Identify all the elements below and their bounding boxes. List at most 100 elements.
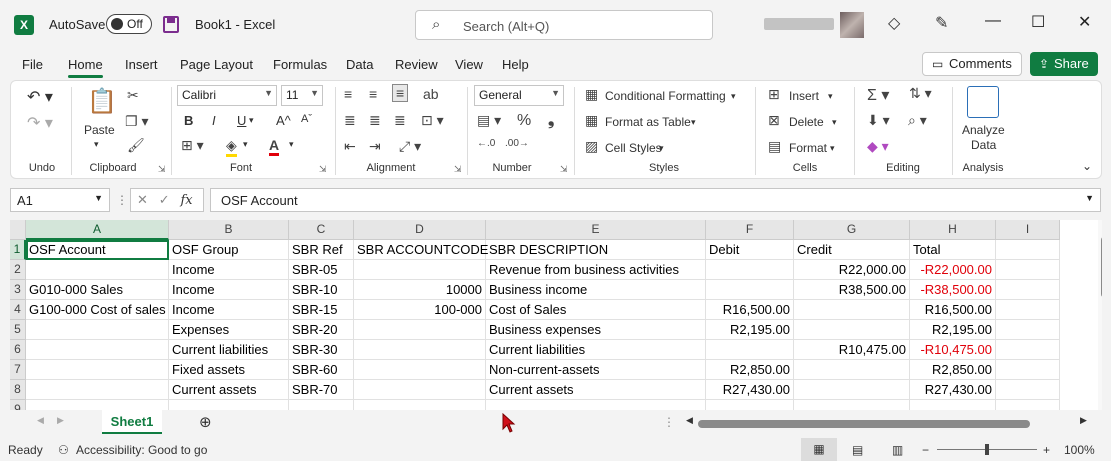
cell-b1[interactable]: OSF Group — [169, 240, 289, 260]
cancel-icon[interactable]: ✕ — [137, 192, 148, 207]
increase-decimal-icon[interactable]: ←.0 — [477, 138, 495, 149]
row-header-7[interactable]: 7 — [10, 360, 26, 380]
row-header-1[interactable]: 1 — [10, 240, 26, 260]
align-bottom-icon[interactable]: ≡ — [392, 84, 409, 102]
column-header-a[interactable]: A — [26, 220, 169, 240]
cell-c5[interactable]: SBR-20 — [289, 320, 354, 340]
cell-c8[interactable]: SBR-70 — [289, 380, 354, 400]
format-cells-button[interactable]: Format — [789, 141, 827, 155]
analyze-data-icon[interactable] — [967, 86, 999, 118]
cell-a3[interactable]: G010-000 Sales — [26, 280, 169, 300]
orientation-icon[interactable]: ⤢ ▾ — [399, 138, 421, 155]
paste-dropdown-icon[interactable]: ▾ — [94, 139, 99, 150]
font-color-icon[interactable]: A — [269, 137, 280, 156]
tab-view[interactable]: View — [455, 57, 483, 72]
page-layout-view-icon[interactable]: ▤ — [852, 443, 863, 457]
cell-b9[interactable] — [169, 400, 289, 410]
cell-g9[interactable] — [794, 400, 910, 410]
minimize-icon[interactable]: — — [985, 12, 1001, 30]
delete-cells-button[interactable]: Delete — [789, 115, 824, 129]
borders-icon[interactable]: ⊞ ▾ — [181, 137, 204, 154]
column-header-i[interactable]: I — [996, 220, 1060, 240]
tab-insert[interactable]: Insert — [125, 57, 158, 72]
format-as-table-icon[interactable]: ▦ — [585, 112, 598, 129]
font-size-select[interactable]: 11 ▼ — [281, 85, 323, 106]
conditional-formatting-button[interactable]: Conditional Formatting — [605, 89, 726, 103]
cell-e6[interactable]: Current liabilities — [486, 340, 706, 360]
cell-b4[interactable]: Income — [169, 300, 289, 320]
cell-g7[interactable] — [794, 360, 910, 380]
tab-review[interactable]: Review — [395, 57, 438, 72]
cell-d2[interactable] — [354, 260, 486, 280]
vertical-scroll-thumb[interactable] — [1101, 236, 1102, 298]
add-sheet-icon[interactable]: ⊕ — [199, 413, 212, 431]
cell-a2[interactable] — [26, 260, 169, 280]
tab-file[interactable]: File — [22, 57, 43, 72]
cell-e5[interactable]: Business expenses — [486, 320, 706, 340]
fill-icon[interactable]: ⬇ ▾ — [867, 112, 890, 129]
next-sheet-icon[interactable]: ▶ — [57, 415, 64, 426]
cell-i7[interactable] — [996, 360, 1060, 380]
merge-center-icon[interactable]: ⊡ ▾ — [421, 112, 444, 129]
cell-d7[interactable] — [354, 360, 486, 380]
cell-i9[interactable] — [996, 400, 1060, 410]
cell-c7[interactable]: SBR-60 — [289, 360, 354, 380]
align-middle-icon[interactable]: ≡ — [369, 86, 377, 102]
cell-e2[interactable]: Revenue from business activities — [486, 260, 706, 280]
page-break-view-icon[interactable]: ▥ — [892, 443, 903, 457]
cell-a5[interactable] — [26, 320, 169, 340]
cell-c6[interactable]: SBR-30 — [289, 340, 354, 360]
cell-i8[interactable] — [996, 380, 1060, 400]
sheet-tab[interactable]: Sheet1 — [102, 410, 162, 434]
cell-d1[interactable]: SBR ACCOUNTCODE — [354, 240, 488, 260]
cell-f4[interactable]: R16,500.00 — [706, 300, 794, 320]
account-name[interactable] — [764, 18, 834, 30]
cell-h2[interactable]: -R22,000.00 — [910, 260, 996, 280]
tab-help[interactable]: Help — [502, 57, 529, 72]
cell-i1[interactable] — [996, 240, 1060, 260]
worksheet-grid[interactable]: A B C D E F G H I 1 OSF Account OSF Group SBR Ref SBR… — [10, 220, 1102, 410]
cell-e7[interactable]: Non-current-assets — [486, 360, 706, 380]
conditional-formatting-icon[interactable]: ▦ — [585, 86, 598, 103]
chevron-down-icon[interactable]: ▾ — [832, 117, 837, 128]
cell-f3[interactable] — [706, 280, 794, 300]
row-header-6[interactable]: 6 — [10, 340, 26, 360]
fill-color-icon[interactable]: ◈ — [226, 137, 237, 157]
avatar[interactable] — [840, 12, 864, 38]
cell-h3[interactable]: -R38,500.00 — [910, 280, 996, 300]
find-select-icon[interactable]: ⌕ ▾ — [908, 112, 927, 129]
column-header-c[interactable]: C — [289, 220, 354, 240]
insert-function-button[interactable]: fx — [181, 193, 193, 208]
cell-f9[interactable] — [706, 400, 794, 410]
row-header-9[interactable]: 9 — [10, 400, 26, 410]
cell-c1[interactable]: SBR Ref — [289, 240, 354, 260]
cell-b3[interactable]: Income — [169, 280, 289, 300]
cell-a9[interactable] — [26, 400, 169, 410]
align-center-icon[interactable]: ≣ — [369, 112, 381, 129]
cell-h4[interactable]: R16,500.00 — [910, 300, 996, 320]
cell-h1[interactable]: Total — [910, 240, 996, 260]
row-header-5[interactable]: 5 — [10, 320, 26, 340]
cell-d6[interactable] — [354, 340, 486, 360]
scroll-right-icon[interactable]: ▶ — [1080, 415, 1087, 426]
row-header-4[interactable]: 4 — [10, 300, 26, 320]
cell-b7[interactable]: Fixed assets — [169, 360, 289, 380]
close-icon[interactable]: ✕ — [1078, 12, 1091, 32]
fill-dropdown-icon[interactable]: ▾ — [243, 139, 248, 150]
row-header-8[interactable]: 8 — [10, 380, 26, 400]
cell-a4[interactable]: G100-000 Cost of sales — [26, 300, 169, 320]
paste-label[interactable]: Paste — [84, 123, 115, 137]
align-right-icon[interactable]: ≣ — [394, 112, 406, 129]
cell-f6[interactable] — [706, 340, 794, 360]
cell-a6[interactable] — [26, 340, 169, 360]
horizontal-scroll-thumb[interactable] — [698, 420, 1030, 428]
decrease-font-icon[interactable]: Aˇ — [301, 113, 312, 125]
cell-styles-button[interactable]: Cell Styles — [605, 141, 662, 155]
accessibility-icon[interactable]: ⚇ — [58, 443, 69, 457]
increase-indent-icon[interactable]: ⇥ — [369, 138, 381, 155]
row-header-2[interactable]: 2 — [10, 260, 26, 280]
decrease-decimal-icon[interactable]: .00→ — [505, 138, 529, 149]
cell-e3[interactable]: Business income — [486, 280, 706, 300]
cell-f2[interactable] — [706, 260, 794, 280]
prev-sheet-icon[interactable]: ◀ — [37, 415, 44, 426]
